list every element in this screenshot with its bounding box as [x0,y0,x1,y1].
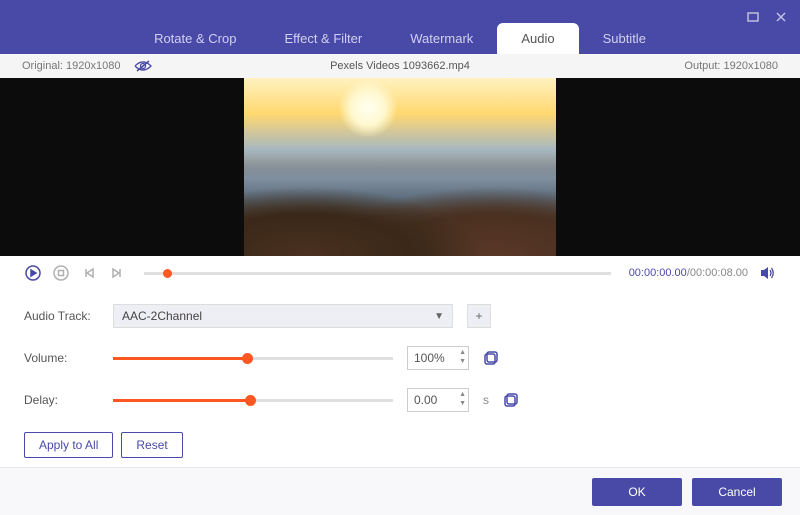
output-resolution: Output: 1920x1080 [684,60,778,72]
delay-slider[interactable] [113,399,393,402]
delay-extra-icon[interactable] [503,392,519,408]
timeline[interactable] [144,272,611,275]
video-preview[interactable] [244,78,556,256]
player-controls: 00:00:00.00/00:00:08.00 [0,256,800,290]
delay-value[interactable]: 0.00 ▲▼ [407,388,469,412]
original-resolution: Original: 1920x1080 [22,60,120,72]
prev-frame-icon[interactable] [80,264,98,282]
delay-unit: s [483,393,489,407]
add-track-button[interactable]: + [467,304,491,328]
volume-down-icon[interactable]: ▼ [459,357,466,366]
audio-track-label: Audio Track: [24,309,99,323]
reset-button[interactable]: Reset [121,432,182,458]
video-player [0,78,800,256]
tab-audio[interactable]: Audio [497,23,578,54]
audio-track-value: AAC-2Channel [122,309,202,323]
tab-subtitle[interactable]: Subtitle [579,23,670,54]
time-display: 00:00:00.00/00:00:08.00 [629,267,748,279]
apply-to-all-button[interactable]: Apply to All [24,432,113,458]
volume-slider[interactable] [113,357,393,360]
tab-watermark[interactable]: Watermark [386,23,497,54]
close-icon[interactable] [774,10,788,24]
cancel-button[interactable]: Cancel [692,478,782,506]
delay-label: Delay: [24,393,99,407]
timeline-playhead[interactable] [163,269,172,278]
tab-effect-filter[interactable]: Effect & Filter [260,23,386,54]
audio-track-select[interactable]: AAC-2Channel ▼ [113,304,453,328]
tab-rotate-crop[interactable]: Rotate & Crop [130,23,260,54]
minimize-icon[interactable] [746,10,760,24]
delay-thumb[interactable] [245,395,256,406]
volume-label: Volume: [24,351,99,365]
footer: OK Cancel [0,467,800,515]
delay-down-icon[interactable]: ▼ [459,399,466,408]
next-frame-icon[interactable] [108,264,126,282]
delay-up-icon[interactable]: ▲ [459,390,466,399]
volume-icon[interactable] [758,264,776,282]
volume-up-icon[interactable]: ▲ [459,348,466,357]
volume-extra-icon[interactable] [483,350,499,366]
eye-off-icon[interactable] [134,60,152,72]
infobar: Original: 1920x1080 Pexels Videos 109366… [0,54,800,78]
audio-settings: Audio Track: AAC-2Channel ▼ + Volume: 10… [0,290,800,467]
chevron-down-icon: ▼ [434,311,444,322]
editor-window: Rotate & Crop Effect & Filter Watermark … [0,0,800,515]
ok-button[interactable]: OK [592,478,682,506]
stop-icon[interactable] [52,264,70,282]
volume-thumb[interactable] [242,353,253,364]
titlebar: Rotate & Crop Effect & Filter Watermark … [0,0,800,54]
tabs: Rotate & Crop Effect & Filter Watermark … [0,23,800,54]
volume-value[interactable]: 100% ▲▼ [407,346,469,370]
filename: Pexels Videos 1093662.mp4 [330,60,470,72]
play-icon[interactable] [24,264,42,282]
